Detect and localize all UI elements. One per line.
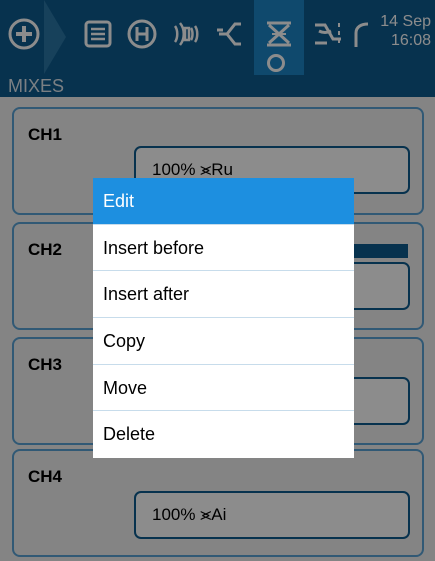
menu-item-insert-after[interactable]: Insert after (93, 271, 354, 319)
menu-item-copy[interactable]: Copy (93, 318, 354, 365)
context-menu: Edit Insert before Insert after Copy Mov… (93, 178, 354, 458)
menu-item-insert-before[interactable]: Insert before (93, 225, 354, 272)
menu-item-delete[interactable]: Delete (93, 411, 354, 458)
menu-item-move[interactable]: Move (93, 365, 354, 412)
menu-item-edit[interactable]: Edit (93, 178, 354, 225)
